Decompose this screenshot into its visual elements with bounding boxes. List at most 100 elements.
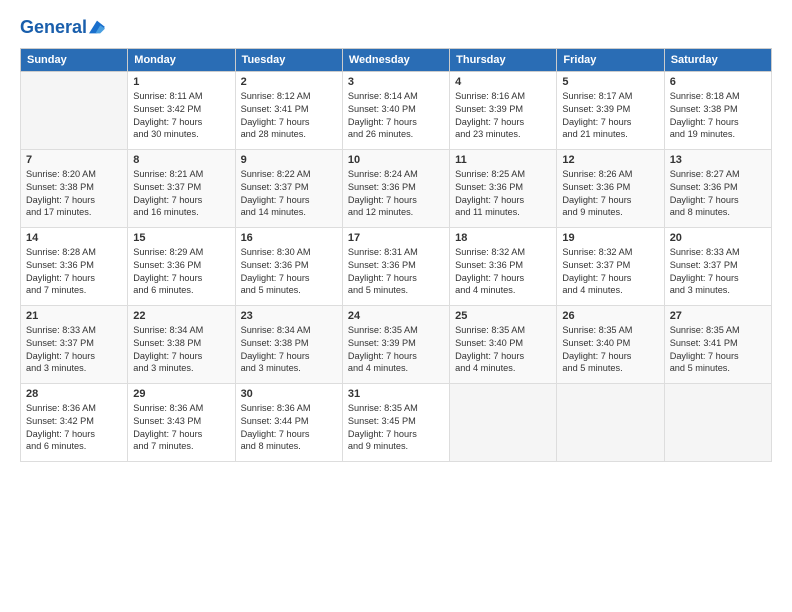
calendar-cell bbox=[557, 383, 664, 461]
cell-info: Sunrise: 8:24 AM bbox=[348, 168, 444, 181]
cell-info: Daylight: 7 hours bbox=[133, 116, 229, 129]
cell-info: and 3 minutes. bbox=[133, 362, 229, 375]
day-number: 19 bbox=[562, 232, 658, 244]
cell-info: Sunset: 3:37 PM bbox=[562, 259, 658, 272]
day-number: 14 bbox=[26, 232, 122, 244]
cell-info: and 6 minutes. bbox=[26, 440, 122, 453]
day-number: 7 bbox=[26, 154, 122, 166]
cell-info: and 5 minutes. bbox=[348, 284, 444, 297]
cell-info: Sunset: 3:36 PM bbox=[670, 181, 766, 194]
cell-info: and 9 minutes. bbox=[562, 206, 658, 219]
cell-info: and 3 minutes. bbox=[670, 284, 766, 297]
cell-info: Sunrise: 8:27 AM bbox=[670, 168, 766, 181]
calendar-cell: 4Sunrise: 8:16 AMSunset: 3:39 PMDaylight… bbox=[450, 71, 557, 149]
day-number: 17 bbox=[348, 232, 444, 244]
day-number: 11 bbox=[455, 154, 551, 166]
day-number: 16 bbox=[241, 232, 337, 244]
day-number: 22 bbox=[133, 310, 229, 322]
day-number: 20 bbox=[670, 232, 766, 244]
calendar-cell: 18Sunrise: 8:32 AMSunset: 3:36 PMDayligh… bbox=[450, 227, 557, 305]
day-number: 13 bbox=[670, 154, 766, 166]
cell-info: Sunrise: 8:22 AM bbox=[241, 168, 337, 181]
cell-info: Daylight: 7 hours bbox=[241, 272, 337, 285]
cell-info: Daylight: 7 hours bbox=[26, 194, 122, 207]
cell-info: Sunset: 3:39 PM bbox=[562, 103, 658, 116]
cell-info: Daylight: 7 hours bbox=[133, 194, 229, 207]
cell-info: Sunset: 3:38 PM bbox=[133, 337, 229, 350]
calendar-cell bbox=[450, 383, 557, 461]
cell-info: Sunset: 3:40 PM bbox=[348, 103, 444, 116]
cell-info: Sunrise: 8:35 AM bbox=[670, 324, 766, 337]
cell-info: and 4 minutes. bbox=[455, 362, 551, 375]
cell-info: Daylight: 7 hours bbox=[670, 350, 766, 363]
cell-info: Daylight: 7 hours bbox=[455, 272, 551, 285]
cell-info: Sunrise: 8:35 AM bbox=[348, 324, 444, 337]
calendar-cell: 14Sunrise: 8:28 AMSunset: 3:36 PMDayligh… bbox=[21, 227, 128, 305]
calendar-cell: 19Sunrise: 8:32 AMSunset: 3:37 PMDayligh… bbox=[557, 227, 664, 305]
day-number: 28 bbox=[26, 388, 122, 400]
calendar-cell: 7Sunrise: 8:20 AMSunset: 3:38 PMDaylight… bbox=[21, 149, 128, 227]
calendar-cell: 8Sunrise: 8:21 AMSunset: 3:37 PMDaylight… bbox=[128, 149, 235, 227]
cell-info: Sunrise: 8:35 AM bbox=[562, 324, 658, 337]
week-row-3: 14Sunrise: 8:28 AMSunset: 3:36 PMDayligh… bbox=[21, 227, 772, 305]
cell-info: Daylight: 7 hours bbox=[455, 194, 551, 207]
cell-info: Daylight: 7 hours bbox=[562, 116, 658, 129]
cell-info: Sunrise: 8:36 AM bbox=[26, 402, 122, 415]
calendar-page: General SundayMondayTuesdayWednesdayThur… bbox=[0, 0, 792, 612]
week-row-1: 1Sunrise: 8:11 AMSunset: 3:42 PMDaylight… bbox=[21, 71, 772, 149]
calendar-cell: 10Sunrise: 8:24 AMSunset: 3:36 PMDayligh… bbox=[342, 149, 449, 227]
calendar-cell: 15Sunrise: 8:29 AMSunset: 3:36 PMDayligh… bbox=[128, 227, 235, 305]
day-number: 15 bbox=[133, 232, 229, 244]
calendar-cell: 13Sunrise: 8:27 AMSunset: 3:36 PMDayligh… bbox=[664, 149, 771, 227]
calendar-cell: 24Sunrise: 8:35 AMSunset: 3:39 PMDayligh… bbox=[342, 305, 449, 383]
cell-info: Sunrise: 8:18 AM bbox=[670, 90, 766, 103]
cell-info: Sunrise: 8:12 AM bbox=[241, 90, 337, 103]
cell-info: and 8 minutes. bbox=[241, 440, 337, 453]
calendar-cell: 12Sunrise: 8:26 AMSunset: 3:36 PMDayligh… bbox=[557, 149, 664, 227]
cell-info: and 5 minutes. bbox=[670, 362, 766, 375]
day-number: 10 bbox=[348, 154, 444, 166]
cell-info: Sunrise: 8:28 AM bbox=[26, 246, 122, 259]
cell-info: Sunrise: 8:30 AM bbox=[241, 246, 337, 259]
logo: General bbox=[20, 18, 105, 38]
day-number: 26 bbox=[562, 310, 658, 322]
cell-info: and 21 minutes. bbox=[562, 128, 658, 141]
cell-info: Sunrise: 8:29 AM bbox=[133, 246, 229, 259]
cell-info: and 12 minutes. bbox=[348, 206, 444, 219]
cell-info: Sunset: 3:41 PM bbox=[241, 103, 337, 116]
col-header-saturday: Saturday bbox=[664, 48, 771, 71]
col-header-tuesday: Tuesday bbox=[235, 48, 342, 71]
cell-info: Daylight: 7 hours bbox=[133, 350, 229, 363]
cell-info: Sunset: 3:40 PM bbox=[455, 337, 551, 350]
cell-info: and 11 minutes. bbox=[455, 206, 551, 219]
cell-info: Sunset: 3:36 PM bbox=[455, 259, 551, 272]
col-header-friday: Friday bbox=[557, 48, 664, 71]
cell-info: Daylight: 7 hours bbox=[562, 194, 658, 207]
cell-info: Sunset: 3:36 PM bbox=[455, 181, 551, 194]
cell-info: Daylight: 7 hours bbox=[348, 350, 444, 363]
cell-info: and 7 minutes. bbox=[26, 284, 122, 297]
cell-info: Daylight: 7 hours bbox=[455, 116, 551, 129]
calendar-cell: 1Sunrise: 8:11 AMSunset: 3:42 PMDaylight… bbox=[128, 71, 235, 149]
cell-info: Sunrise: 8:14 AM bbox=[348, 90, 444, 103]
cell-info: Daylight: 7 hours bbox=[670, 116, 766, 129]
header-row: SundayMondayTuesdayWednesdayThursdayFrid… bbox=[21, 48, 772, 71]
cell-info: Sunset: 3:38 PM bbox=[670, 103, 766, 116]
cell-info: Daylight: 7 hours bbox=[241, 194, 337, 207]
cell-info: Daylight: 7 hours bbox=[455, 350, 551, 363]
cell-info: and 6 minutes. bbox=[133, 284, 229, 297]
cell-info: and 17 minutes. bbox=[26, 206, 122, 219]
cell-info: and 19 minutes. bbox=[670, 128, 766, 141]
cell-info: Daylight: 7 hours bbox=[133, 428, 229, 441]
day-number: 4 bbox=[455, 76, 551, 88]
cell-info: Sunset: 3:36 PM bbox=[562, 181, 658, 194]
week-row-4: 21Sunrise: 8:33 AMSunset: 3:37 PMDayligh… bbox=[21, 305, 772, 383]
day-number: 12 bbox=[562, 154, 658, 166]
calendar-cell: 2Sunrise: 8:12 AMSunset: 3:41 PMDaylight… bbox=[235, 71, 342, 149]
day-number: 1 bbox=[133, 76, 229, 88]
cell-info: Sunrise: 8:31 AM bbox=[348, 246, 444, 259]
day-number: 9 bbox=[241, 154, 337, 166]
calendar-cell: 25Sunrise: 8:35 AMSunset: 3:40 PMDayligh… bbox=[450, 305, 557, 383]
cell-info: and 9 minutes. bbox=[348, 440, 444, 453]
cell-info: Daylight: 7 hours bbox=[348, 194, 444, 207]
